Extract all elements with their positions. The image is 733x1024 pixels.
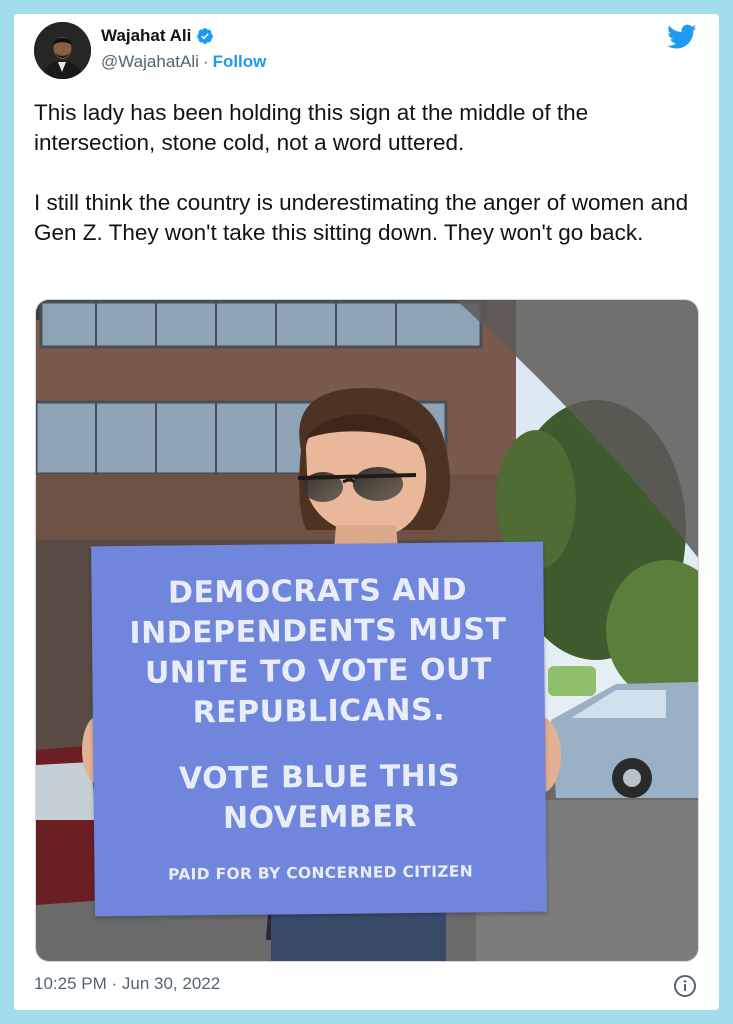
- verified-badge-icon: [197, 28, 214, 44]
- avatar[interactable]: [34, 22, 91, 79]
- author-handle[interactable]: @WajahatAli: [101, 52, 199, 72]
- sign-text-main: DEMOCRATS AND INDEPENDENTS MUST UNITE TO…: [129, 572, 507, 731]
- avatar-photo: [34, 22, 91, 79]
- sign-text-paid: PAID FOR BY CONCERNED CITIZEN: [167, 862, 474, 884]
- twitter-bird-icon[interactable]: [667, 24, 697, 50]
- author-name[interactable]: Wajahat Ali: [101, 26, 191, 46]
- tweet-text: This lady has been holding this sign at …: [34, 98, 694, 278]
- sign-text-vote: VOTE BLUE THIS NOVEMBER: [178, 758, 461, 837]
- separator-dot: ·: [202, 52, 209, 71]
- author-handle-row: @WajahatAli · Follow: [101, 52, 266, 72]
- info-icon[interactable]: [673, 974, 697, 998]
- tweet-photo[interactable]: DEMOCRATS AND INDEPENDENTS MUST UNITE TO…: [35, 299, 699, 962]
- protest-sign: DEMOCRATS AND INDEPENDENTS MUST UNITE TO…: [91, 541, 547, 917]
- follow-button[interactable]: Follow: [213, 52, 267, 72]
- tweet-timestamp[interactable]: 10:25 PM · Jun 30, 2022: [34, 974, 220, 994]
- author-name-row: Wajahat Ali: [101, 26, 214, 46]
- tweet-card: Wajahat Ali @WajahatAli · Follow This la…: [14, 14, 719, 1010]
- tweet-paragraph-2: I still think the country is underestima…: [34, 190, 689, 245]
- tweet-paragraph-1: This lady has been holding this sign at …: [34, 100, 589, 155]
